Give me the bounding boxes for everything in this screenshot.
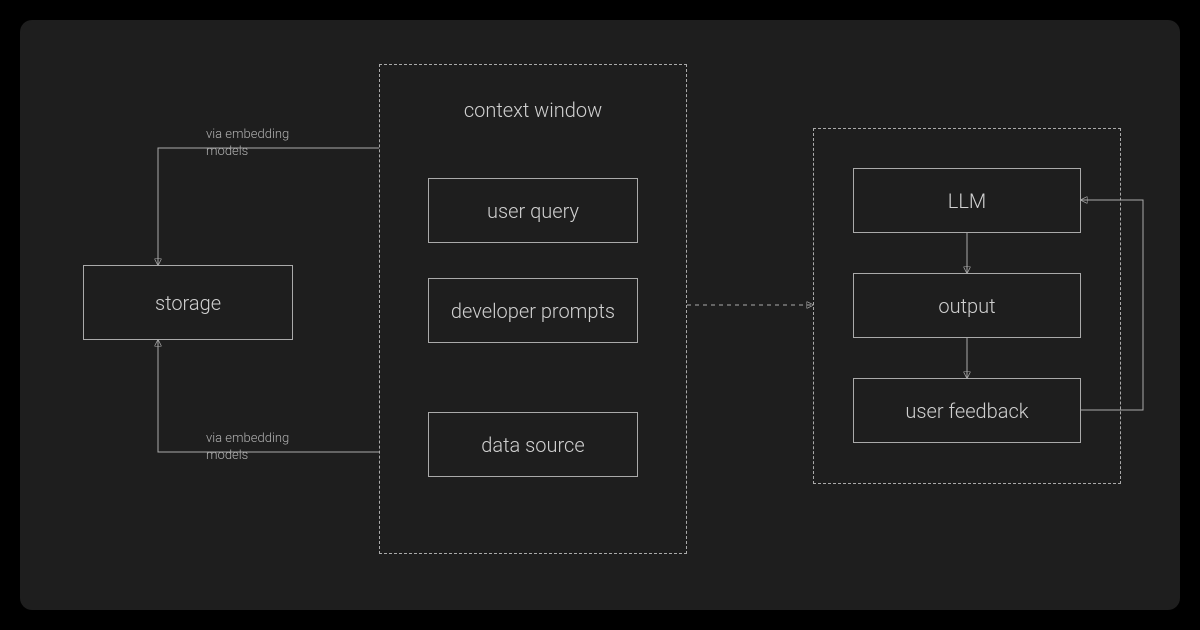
arrow-context-to-storage-top [158,148,379,265]
llm-label: LLM [948,189,986,213]
storage-box: storage [83,265,293,340]
user-query-box: user query [428,178,638,243]
edge-label-bottom: via embedding models [206,431,289,465]
developer-prompts-label: developer prompts [451,299,615,323]
storage-label: storage [155,291,221,315]
llm-box: LLM [853,168,1081,233]
user-feedback-label: user feedback [905,399,1028,423]
context-window-title: context window [379,98,687,122]
output-box: output [853,273,1081,338]
user-feedback-box: user feedback [853,378,1081,443]
data-source-label: data source [481,433,584,457]
user-query-label: user query [487,199,579,223]
data-source-box: data source [428,412,638,477]
output-label: output [938,294,995,318]
developer-prompts-box: developer prompts [428,278,638,343]
edge-label-top: via embedding models [206,127,289,161]
diagram-frame: storage context window user query develo… [20,20,1180,610]
